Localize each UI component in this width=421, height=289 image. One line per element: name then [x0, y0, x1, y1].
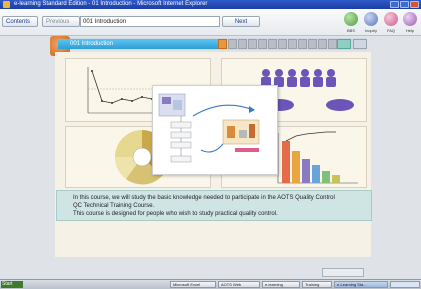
- taskbar-item[interactable]: AOTS Web: [218, 281, 260, 288]
- help-icon[interactable]: [403, 12, 417, 26]
- process-diagram-image: [158, 93, 260, 163]
- minimize-button[interactable]: [390, 1, 399, 8]
- start-button[interactable]: Start: [1, 281, 23, 288]
- faq-icon[interactable]: [384, 12, 398, 26]
- lesson-steps: [218, 39, 337, 49]
- window-title: e-learning Standard Edition - 01 Introdu…: [14, 1, 208, 7]
- faq-label: FAQ: [386, 28, 395, 33]
- step-indicator[interactable]: [308, 39, 317, 49]
- process-diagram-popup: [152, 85, 278, 175]
- browser-icon: [3, 1, 10, 8]
- window-titlebar: e-learning Standard Edition - 01 Introdu…: [0, 0, 421, 9]
- description-line-3: This course is designed for people who w…: [73, 211, 278, 217]
- course-toolbar: Contents Previous 001 Introduction Next …: [0, 9, 421, 36]
- page-back-button[interactable]: [337, 39, 351, 49]
- page-forward-button[interactable]: [353, 39, 367, 49]
- description-line-2: QC Technical Training Course.: [73, 203, 155, 209]
- window-controls: [390, 1, 419, 8]
- description-line-1: In this course, we will study the basic …: [73, 195, 335, 201]
- taskbar-item[interactable]: Microsoft Excel: [170, 281, 216, 288]
- step-indicator[interactable]: [248, 39, 257, 49]
- step-indicator[interactable]: [268, 39, 277, 49]
- previous-button[interactable]: Previous: [42, 16, 80, 27]
- inquiry-icon[interactable]: [364, 12, 378, 26]
- taskbar-item[interactable]: Training: [302, 281, 332, 288]
- step-indicator[interactable]: [238, 39, 247, 49]
- chapter-field: 001 Introduction: [80, 16, 220, 27]
- step-indicator[interactable]: [328, 39, 337, 49]
- step-indicator[interactable]: [258, 39, 267, 49]
- step-indicator[interactable]: [218, 39, 227, 49]
- bbs-label: BBS: [346, 28, 355, 33]
- lesson-title: 001 Introduction: [58, 39, 218, 49]
- contents-button[interactable]: Contents: [2, 16, 38, 27]
- course-description: In this course, we will study the basic …: [56, 190, 372, 221]
- step-indicator[interactable]: [278, 39, 287, 49]
- maximize-button[interactable]: [400, 1, 409, 8]
- system-tray: [390, 281, 420, 288]
- step-indicator[interactable]: [318, 39, 327, 49]
- help-label: Help: [405, 28, 415, 33]
- bbs-icon[interactable]: [344, 12, 358, 26]
- step-indicator[interactable]: [298, 39, 307, 49]
- close-button[interactable]: [410, 1, 419, 8]
- step-indicator[interactable]: [228, 39, 237, 49]
- language-bar[interactable]: [322, 268, 364, 277]
- inquiry-label: Inquiry: [364, 28, 377, 33]
- next-button[interactable]: Next: [222, 16, 260, 27]
- taskbar-item[interactable]: e-learning: [262, 281, 300, 288]
- step-indicator[interactable]: [288, 39, 297, 49]
- taskbar-item-active[interactable]: e-Learning Sta...: [334, 281, 388, 288]
